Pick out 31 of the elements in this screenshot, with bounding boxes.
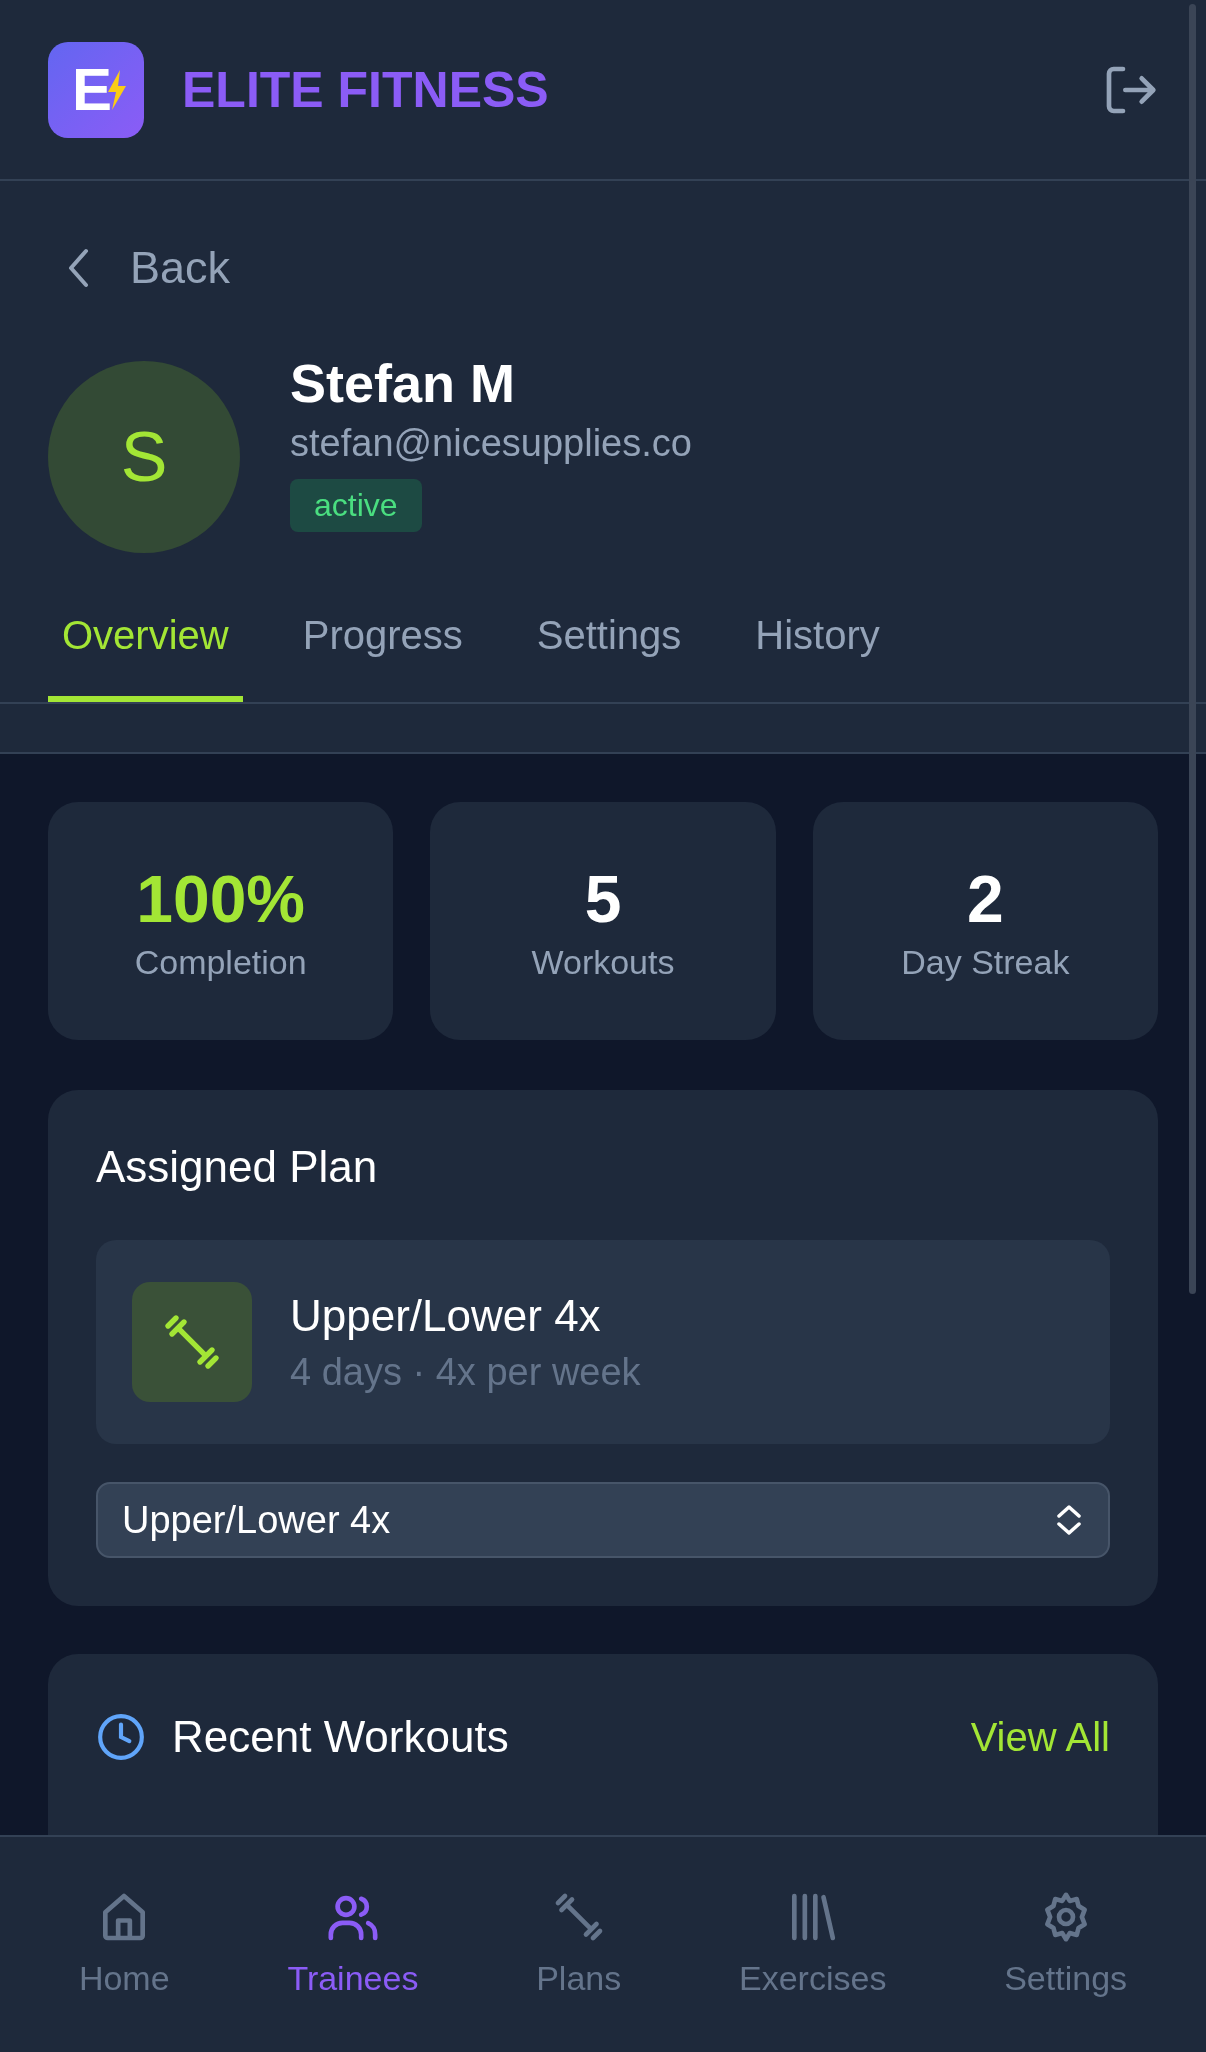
status-badge: active (290, 479, 422, 532)
tab[interactable]: Settings (522, 591, 696, 702)
app-logo: E (48, 41, 144, 138)
app-title: ELITE FITNESS (182, 60, 550, 119)
trainee-email: stefan@nicesupplies.co (290, 422, 692, 465)
tab[interactable]: Progress (288, 591, 477, 702)
plan-item[interactable]: Upper/Lower 4x 4 days · 4x per week (96, 1240, 1110, 1444)
nav-item[interactable]: Home (72, 1837, 176, 2052)
nav-item[interactable]: Exercises (733, 1837, 893, 2052)
nav-item[interactable]: Trainees (281, 1837, 425, 2052)
card-title: Recent Workouts (172, 1712, 510, 1762)
clock-icon (96, 1712, 146, 1762)
back-link[interactable]: Back (66, 223, 231, 313)
chevron-up-down-icon (1054, 1503, 1084, 1537)
stat-value: 2 (966, 860, 1004, 937)
scrollbar[interactable] (1189, 4, 1196, 1294)
nav-item[interactable]: Settings (998, 1837, 1134, 2052)
plan-details: 4 days · 4x per week (290, 1350, 641, 1394)
avatar: S (48, 361, 240, 553)
stat-value: 100% (136, 860, 306, 937)
stat-label: Day Streak (901, 942, 1070, 982)
card-title: Assigned Plan (96, 1142, 379, 1192)
plan-select[interactable]: Upper/Lower 4x (96, 1482, 1110, 1558)
trainee-name: Stefan M (290, 352, 516, 414)
stat-label: Completion (134, 942, 307, 982)
plan-name: Upper/Lower 4x (290, 1290, 602, 1341)
stat-label: Workouts (531, 942, 675, 982)
nav-item[interactable]: Plans (530, 1837, 628, 2052)
stat-value: 5 (584, 860, 622, 937)
tab[interactable]: History (741, 591, 894, 702)
view-all-link[interactable]: View All (970, 1714, 1110, 1760)
